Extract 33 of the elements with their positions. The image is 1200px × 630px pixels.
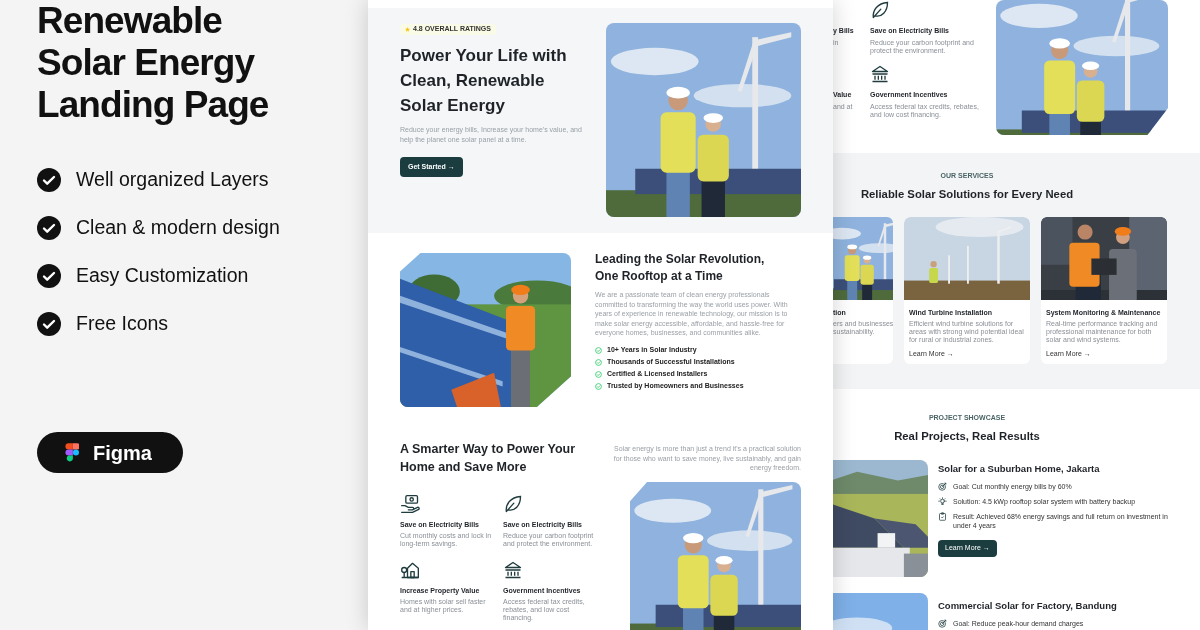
feature-text: Well organized Layers <box>76 167 269 193</box>
check-icon <box>595 347 602 354</box>
lightbulb-icon <box>938 497 947 506</box>
hero-heading: Power Your Life with Clean, Renewable Solar Energy <box>400 45 568 117</box>
bank-icon <box>870 64 890 84</box>
money-hand-icon <box>400 494 420 514</box>
benefits-heading: A Smarter Way to Power Your Home and Save More <box>400 441 577 476</box>
target-icon <box>938 619 947 628</box>
section-heading: Real Projects, Real Results <box>894 429 1040 443</box>
check-icon <box>37 264 61 288</box>
feature-text: Easy Customization <box>76 263 249 289</box>
clipboard-check-icon <box>938 512 947 521</box>
feature-text: Free Icons <box>76 311 169 337</box>
check-icon <box>595 371 602 378</box>
star-icon <box>405 27 410 32</box>
project-title: Solar for a Suburban Home, Jakarta <box>938 462 1100 476</box>
check-icon <box>37 168 61 192</box>
target-icon <box>938 482 947 491</box>
figma-logo-icon <box>65 442 79 463</box>
check-icon <box>37 216 61 240</box>
feature-text: Clean & modern design <box>76 215 280 241</box>
tool-name: Figma <box>93 440 152 466</box>
leaf-icon <box>870 0 890 20</box>
promo-title: Renewable Solar Energy Landing Page <box>37 0 270 126</box>
check-icon <box>595 383 602 390</box>
about-heading: Leading the Solar Revolution, One Rooftop at a Time <box>595 251 766 285</box>
project-title: Commercial Solar for Factory, Bandung <box>938 599 1117 613</box>
bank-icon <box>503 560 523 580</box>
leaf-icon <box>503 494 523 514</box>
section-heading: Reliable Solar Solutions for Every Need <box>860 187 1074 201</box>
check-icon <box>595 359 602 366</box>
check-icon <box>37 312 61 336</box>
house-icon <box>400 560 420 580</box>
